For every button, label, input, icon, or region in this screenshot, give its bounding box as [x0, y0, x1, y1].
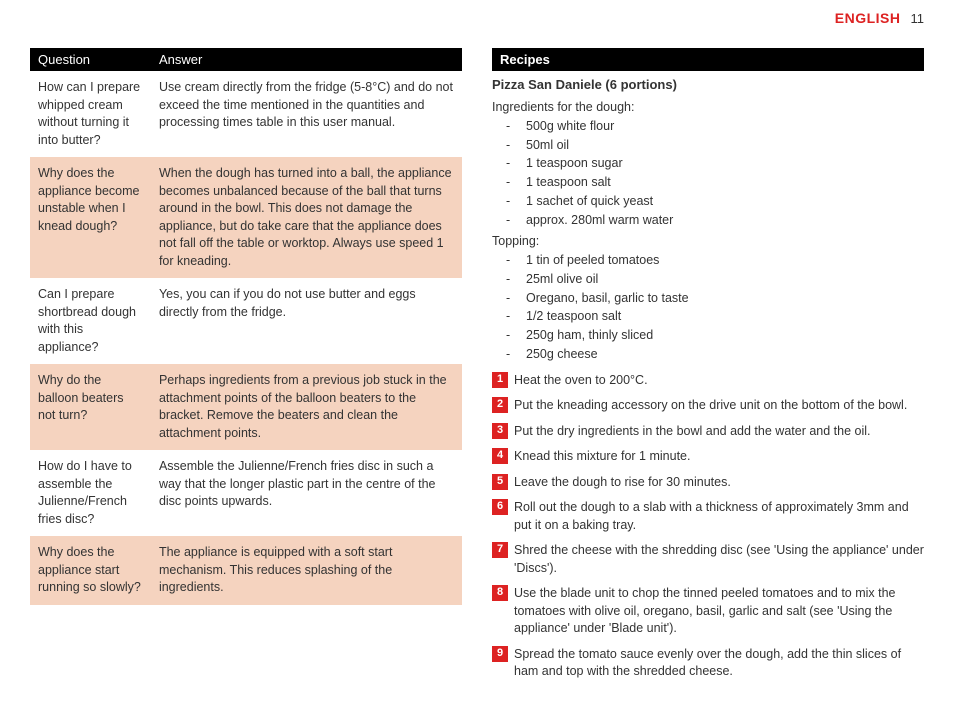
- step-text: Shred the cheese with the shredding disc…: [514, 542, 924, 577]
- step-number-badge: 4: [492, 448, 508, 464]
- recipe-step: 1 Heat the oven to 200°C.: [492, 372, 924, 390]
- recipe-step: 3 Put the dry ingredients in the bowl and…: [492, 423, 924, 441]
- step-text: Leave the dough to rise for 30 minutes.: [514, 474, 924, 492]
- recipe-step: 7 Shred the cheese with the shredding dis…: [492, 542, 924, 577]
- qa-header-answer: Answer: [151, 48, 462, 71]
- step-number-badge: 5: [492, 474, 508, 490]
- page-content: Question Answer How can I prepare whippe…: [0, 26, 954, 711]
- topping-ingredient: 1 tin of peeled tomatoes: [492, 251, 924, 270]
- qa-row: Can I prepare shortbread dough with this…: [30, 278, 462, 364]
- step-number-badge: 2: [492, 397, 508, 413]
- dough-heading: Ingredients for the dough:: [492, 98, 924, 117]
- topping-ingredient: 1/2 teaspoon salt: [492, 307, 924, 326]
- recipe-step: 8 Use the blade unit to chop the tinned p…: [492, 585, 924, 638]
- qa-table: Question Answer How can I prepare whippe…: [30, 48, 462, 605]
- qa-row: Why does the appliance start running so …: [30, 536, 462, 605]
- step-number-badge: 6: [492, 499, 508, 515]
- recipe-step: 2 Put the kneading accessory on the drive…: [492, 397, 924, 415]
- qa-question: Why does the appliance become unstable w…: [30, 157, 151, 278]
- recipe-step: 6 Roll out the dough to a slab with a thi…: [492, 499, 924, 534]
- step-number-badge: 7: [492, 542, 508, 558]
- qa-header-question: Question: [30, 48, 151, 71]
- qa-answer: Perhaps ingredients from a previous job …: [151, 364, 462, 450]
- topping-ingredient: 25ml olive oil: [492, 270, 924, 289]
- qa-answer: Yes, you can if you do not use butter an…: [151, 278, 462, 364]
- recipe-step: 5 Leave the dough to rise for 30 minutes.: [492, 474, 924, 492]
- qa-row: Why does the appliance become unstable w…: [30, 157, 462, 278]
- step-text: Put the dry ingredients in the bowl and …: [514, 423, 924, 441]
- qa-row: How can I prepare whipped cream without …: [30, 71, 462, 157]
- topping-heading: Topping:: [492, 232, 924, 251]
- qa-question: How can I prepare whipped cream without …: [30, 71, 151, 157]
- topping-ingredient: 250g cheese: [492, 345, 924, 364]
- qa-answer: The appliance is equipped with a soft st…: [151, 536, 462, 605]
- recipe-step: 4 Knead this mixture for 1 minute.: [492, 448, 924, 466]
- dough-ingredient: 1 teaspoon sugar: [492, 154, 924, 173]
- step-text: Roll out the dough to a slab with a thic…: [514, 499, 924, 534]
- step-text: Knead this mixture for 1 minute.: [514, 448, 924, 466]
- dough-ingredient: 50ml oil: [492, 136, 924, 155]
- qa-question: Why do the balloon beaters not turn?: [30, 364, 151, 450]
- step-number-badge: 1: [492, 372, 508, 388]
- step-text: Spread the tomato sauce evenly over the …: [514, 646, 924, 681]
- topping-ingredient: Oregano, basil, garlic to taste: [492, 289, 924, 308]
- qa-row: Why do the balloon beaters not turn?Perh…: [30, 364, 462, 450]
- qa-question: Can I prepare shortbread dough with this…: [30, 278, 151, 364]
- step-number-badge: 9: [492, 646, 508, 662]
- step-number-badge: 8: [492, 585, 508, 601]
- recipe-step: 9 Spread the tomato sauce evenly over the…: [492, 646, 924, 681]
- step-text: Use the blade unit to chop the tinned pe…: [514, 585, 924, 638]
- qa-answer: When the dough has turned into a ball, t…: [151, 157, 462, 278]
- qa-row: How do I have to assemble the Julienne/F…: [30, 450, 462, 536]
- recipes-section-header: Recipes: [492, 48, 924, 71]
- recipe-title: Pizza San Daniele (6 portions): [492, 77, 924, 92]
- topping-ingredient: 250g ham, thinly sliced: [492, 326, 924, 345]
- qa-column: Question Answer How can I prepare whippe…: [30, 48, 462, 689]
- language-label: ENGLISH: [835, 10, 901, 26]
- dough-ingredient: 500g white flour: [492, 117, 924, 136]
- step-text: Heat the oven to 200°C.: [514, 372, 924, 390]
- qa-answer: Use cream directly from the fridge (5-8°…: [151, 71, 462, 157]
- dough-ingredient: approx. 280ml warm water: [492, 211, 924, 230]
- recipe-column: Recipes Pizza San Daniele (6 portions) I…: [492, 48, 924, 689]
- qa-question: How do I have to assemble the Julienne/F…: [30, 450, 151, 536]
- dough-ingredient: 1 sachet of quick yeast: [492, 192, 924, 211]
- dough-ingredient: 1 teaspoon salt: [492, 173, 924, 192]
- recipe-steps: 1 Heat the oven to 200°C. 2 Put the kneadin…: [492, 372, 924, 681]
- step-text: Put the kneading accessory on the drive …: [514, 397, 924, 415]
- page-number: 11: [911, 11, 925, 26]
- ingredients-block: Ingredients for the dough: 500g white fl…: [492, 98, 924, 364]
- page-header: ENGLISH 11: [0, 0, 954, 26]
- qa-question: Why does the appliance start running so …: [30, 536, 151, 605]
- step-number-badge: 3: [492, 423, 508, 439]
- qa-answer: Assemble the Julienne/French fries disc …: [151, 450, 462, 536]
